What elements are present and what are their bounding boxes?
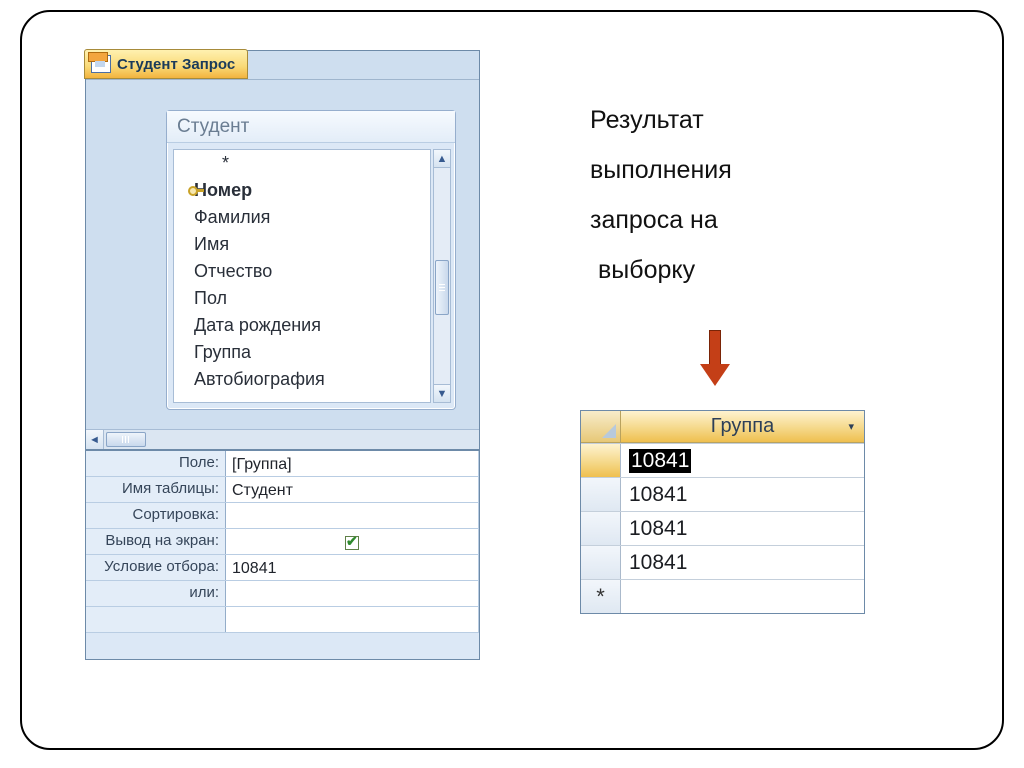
- grid-cell-table[interactable]: Студент: [226, 477, 479, 502]
- field-star[interactable]: *: [174, 150, 430, 177]
- grid-cell-empty[interactable]: [226, 607, 479, 632]
- annotation: Результат выполнения запроса на выборку: [590, 95, 732, 295]
- query-tab[interactable]: Студент Запрос: [84, 49, 248, 79]
- grid-cell-show[interactable]: [226, 529, 479, 554]
- grid-label-criteria: Условие отбора:: [86, 555, 226, 580]
- table-name: Студент: [167, 111, 455, 143]
- key-icon: [188, 184, 202, 198]
- query-designer: Студент Запрос Студент * Номер Фамилия И…: [85, 50, 480, 660]
- grid-cell-criteria[interactable]: 10841: [226, 555, 479, 580]
- vertical-scrollbar[interactable]: ▲ ▼: [433, 149, 451, 403]
- select-all-corner[interactable]: [581, 411, 621, 443]
- result-cell[interactable]: 10841: [621, 478, 864, 511]
- scroll-thumb[interactable]: [435, 260, 449, 315]
- column-header-label: Группа: [711, 415, 774, 438]
- annotation-line: запроса на: [590, 195, 732, 245]
- arrow-down-icon: [700, 330, 730, 390]
- dropdown-icon[interactable]: ▾: [848, 420, 854, 433]
- row-selector[interactable]: [581, 512, 621, 545]
- grid-label-or: или:: [86, 581, 226, 606]
- field-item[interactable]: Фамилия: [174, 204, 430, 231]
- field-item[interactable]: Отчество: [174, 258, 430, 285]
- field-item[interactable]: Дата рождения: [174, 312, 430, 339]
- tab-title: Студент Запрос: [117, 56, 235, 73]
- scroll-up-icon[interactable]: ▲: [434, 150, 450, 168]
- result-row[interactable]: 10841: [581, 511, 864, 545]
- annotation-line: выборку: [590, 245, 732, 295]
- result-new-row[interactable]: *: [581, 579, 864, 613]
- grid-label-table: Имя таблицы:: [86, 477, 226, 502]
- row-selector[interactable]: [581, 444, 621, 477]
- field-item[interactable]: Имя: [174, 231, 430, 258]
- field-item[interactable]: Группа: [174, 339, 430, 366]
- grid-cell-sort[interactable]: [226, 503, 479, 528]
- query-icon: [91, 55, 111, 73]
- result-row[interactable]: 10841: [581, 477, 864, 511]
- field-list[interactable]: * Номер Фамилия Имя Отчество Пол Дата ро…: [173, 149, 431, 403]
- field-item[interactable]: Автобиография: [174, 366, 430, 393]
- scroll-down-icon[interactable]: ▼: [434, 384, 450, 402]
- new-row-marker: *: [581, 580, 621, 613]
- result-datasheet: Группа ▾ 10841 10841 10841 10841 *: [580, 410, 865, 614]
- horizontal-scrollbar[interactable]: ◄: [86, 429, 479, 449]
- show-checkbox[interactable]: [345, 536, 359, 550]
- field-pk[interactable]: Номер: [174, 177, 430, 204]
- field-item[interactable]: Пол: [174, 285, 430, 312]
- table-box[interactable]: Студент * Номер Фамилия Имя Отчество Пол…: [166, 110, 456, 410]
- grid-label-empty: [86, 607, 226, 632]
- result-cell: 10841: [621, 444, 864, 477]
- query-grid: Поле: [Группа] Имя таблицы: Студент Сорт…: [86, 449, 479, 659]
- hscroll-thumb[interactable]: [106, 432, 146, 447]
- annotation-line: Результат: [590, 95, 732, 145]
- row-selector[interactable]: [581, 478, 621, 511]
- designer-upper-pane: Студент * Номер Фамилия Имя Отчество Пол…: [86, 79, 479, 449]
- result-cell-empty[interactable]: [621, 580, 864, 613]
- result-row[interactable]: 10841: [581, 545, 864, 579]
- grid-label-field: Поле:: [86, 451, 226, 476]
- result-cell[interactable]: 10841: [621, 546, 864, 579]
- grid-label-sort: Сортировка:: [86, 503, 226, 528]
- result-cell[interactable]: 10841: [621, 512, 864, 545]
- scroll-left-icon[interactable]: ◄: [86, 430, 104, 449]
- grid-cell-or[interactable]: [226, 581, 479, 606]
- row-selector[interactable]: [581, 546, 621, 579]
- grid-cell-field[interactable]: [Группа]: [226, 451, 479, 476]
- result-row[interactable]: 10841: [581, 443, 864, 477]
- column-header[interactable]: Группа ▾: [621, 411, 864, 443]
- grid-label-show: Вывод на экран:: [86, 529, 226, 554]
- annotation-line: выполнения: [590, 145, 732, 195]
